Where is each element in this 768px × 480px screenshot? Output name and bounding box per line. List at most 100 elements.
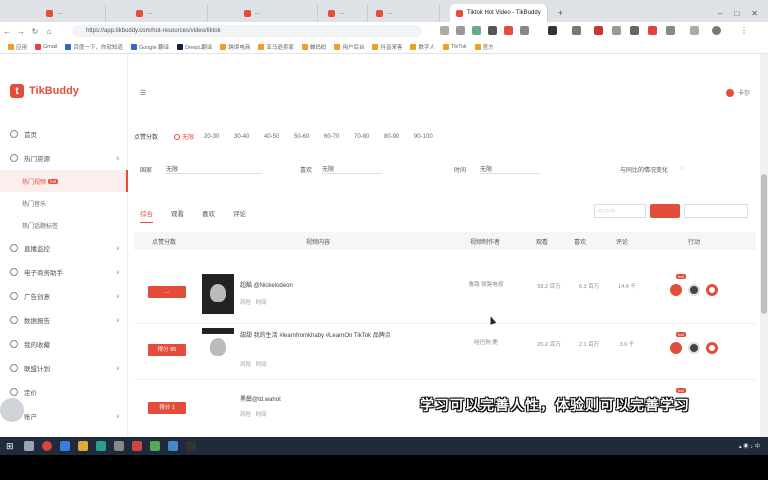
browser-tab[interactable]: ... (370, 4, 440, 22)
app-icon[interactable] (96, 441, 106, 451)
sidebar-subitem-hot-music[interactable]: 热门音乐 (0, 192, 128, 214)
filter-option[interactable]: 50-60 (294, 134, 324, 140)
creator-name[interactable]: 哈巴狗 鹿 (468, 338, 504, 346)
filter-option[interactable]: 40-50 (264, 134, 294, 140)
bookmark[interactable]: DeepL翻译 (177, 43, 212, 51)
sidebar-subitem-hot-video[interactable]: 热门视频 hot (0, 170, 128, 192)
tab-overall[interactable]: 综合 (140, 208, 153, 223)
score-button[interactable]: ... (148, 286, 186, 298)
sidebar-item-favorites[interactable]: 我的收藏 (0, 332, 128, 356)
sidebar-item-hot-resources[interactable]: 热门资源 ∧ (0, 146, 128, 170)
back-arrow-icon[interactable]: ← (0, 27, 14, 36)
tiktok-icon[interactable] (688, 342, 700, 354)
extension-icon[interactable] (666, 26, 675, 35)
sidebar-subitem-hot-hashtags[interactable]: 热门话题标签 (0, 214, 128, 236)
browser-tab[interactable]: ... (130, 4, 208, 22)
tiktok-icon[interactable] (688, 284, 700, 296)
sort-select[interactable]: ▭ ▭ ▭ (594, 204, 646, 218)
country-select[interactable]: 无限 (166, 164, 262, 174)
video-thumbnail[interactable] (202, 328, 234, 356)
sidebar-item-ecommerce[interactable]: 电子商务助手 ∨ (0, 260, 128, 284)
bookmark[interactable]: 百度一下，你就知道 (65, 43, 123, 51)
extension-icon[interactable] (440, 26, 449, 35)
app-icon[interactable] (60, 441, 70, 451)
bookmark[interactable]: 数字人 (410, 43, 435, 51)
filter-option[interactable]: 30-40 (234, 134, 264, 140)
video-title[interactable]: 甜甜 我的生活 #learnfromkhaby #LearnOn TikTok … (240, 330, 460, 339)
filter-option[interactable]: 90-100 (414, 134, 444, 140)
toggle-icon[interactable]: ◌ (680, 166, 684, 172)
maximize-icon[interactable]: □ (734, 9, 739, 18)
bookmark[interactable]: TikTok (442, 43, 467, 50)
extension-icon[interactable] (504, 26, 513, 35)
extension-icon[interactable] (594, 26, 603, 35)
browser-tab[interactable]: ... (40, 4, 106, 22)
new-tab-button[interactable]: + (552, 4, 568, 22)
favorite-icon[interactable] (706, 342, 718, 354)
video-title[interactable]: 超酷 @Nickelodeon (240, 280, 293, 289)
filter-option[interactable]: 70-80 (354, 134, 384, 140)
favorite-icon[interactable] (706, 284, 718, 296)
search-icon[interactable] (24, 441, 34, 451)
play-video-icon[interactable] (670, 284, 682, 296)
tab-likes[interactable]: 喜欢 (202, 208, 215, 223)
floating-chat-button[interactable] (0, 398, 24, 422)
likes-select[interactable]: 无限 (322, 164, 382, 174)
app-icon[interactable] (132, 441, 142, 451)
extension-icon[interactable] (488, 26, 497, 35)
bookmark[interactable]: 应用 (8, 43, 27, 51)
browser-tab-active[interactable]: Tiktok Hot Video - TikBuddy (450, 4, 548, 22)
creator-name[interactable]: 鲁路 铁路电视 (468, 280, 504, 288)
windows-start-icon[interactable]: ⊞ (6, 441, 16, 451)
extension-icon[interactable] (472, 26, 481, 35)
browser-tab[interactable]: ... (322, 4, 368, 22)
user-menu[interactable]: 卡尔 (725, 88, 750, 97)
bookmark[interactable]: Gmail (35, 43, 57, 50)
bookmark[interactable]: 亚马逊卖家 (258, 43, 294, 51)
score-button[interactable]: 得分 1 (148, 402, 186, 414)
extension-icon[interactable] (630, 26, 639, 35)
sidebar-item-home[interactable]: 首页 (0, 122, 128, 146)
score-button[interactable]: 得分 85 (148, 344, 186, 356)
page-scrollbar[interactable] (760, 54, 768, 455)
filter-option[interactable]: 60-70 (324, 134, 354, 140)
filter-option[interactable]: 80-90 (384, 134, 414, 140)
chrome-icon[interactable] (42, 441, 52, 451)
time-select[interactable]: 无限 (480, 164, 540, 174)
sidebar-item-reports[interactable]: 数据报告 ∨ (0, 308, 128, 332)
minimize-icon[interactable]: – (718, 9, 722, 18)
bookmark[interactable]: 跨境电商 (220, 43, 250, 51)
extension-icon[interactable] (612, 26, 621, 35)
extension-icon[interactable] (648, 26, 657, 35)
app-icon[interactable] (114, 441, 124, 451)
app-icon[interactable] (168, 441, 178, 451)
home-icon[interactable]: ⌂ (42, 27, 56, 36)
bookmark[interactable]: 蝉妈妈 (301, 43, 326, 51)
bookmark[interactable]: 用户后台 (334, 43, 364, 51)
extension-icon[interactable] (548, 26, 557, 35)
window-controls[interactable]: – □ ✕ (712, 4, 764, 22)
forward-arrow-icon[interactable]: → (14, 27, 28, 36)
bookmark[interactable]: 抖音来客 (372, 43, 402, 51)
sidebar-item-affiliate[interactable]: 联盟计划 ∨ (0, 356, 128, 380)
video-thumbnail[interactable] (202, 274, 234, 314)
url-input[interactable]: https://app.tikbuddy.com/hot-resources/v… (72, 25, 422, 37)
tab-comments[interactable]: 评论 (233, 208, 246, 223)
bookmark[interactable]: 官方 (474, 43, 494, 51)
extension-icon[interactable] (690, 26, 699, 35)
export-button[interactable] (650, 204, 680, 218)
browser-tab[interactable]: ... (238, 4, 318, 22)
extension-icon[interactable] (572, 26, 581, 35)
sidebar-item-live-monitor[interactable]: 直播监控 ∨ (0, 236, 128, 260)
profile-avatar-icon[interactable] (712, 26, 721, 35)
reload-icon[interactable]: ↻ (28, 27, 42, 36)
filter-option-unlimited[interactable]: 无限 (174, 132, 204, 141)
app-icon[interactable] (186, 441, 196, 451)
menu-toggle-icon[interactable]: ☰ (140, 89, 146, 97)
tab-views[interactable]: 观看 (171, 208, 184, 223)
app-logo[interactable]: t TikBuddy (10, 84, 79, 98)
bookmark[interactable]: Google 翻译 (130, 43, 169, 51)
sidebar-item-ad-creative[interactable]: 广告创意 ∨ (0, 284, 128, 308)
extension-icon[interactable] (520, 26, 529, 35)
more-menu-icon[interactable]: ⋮ (740, 26, 749, 35)
